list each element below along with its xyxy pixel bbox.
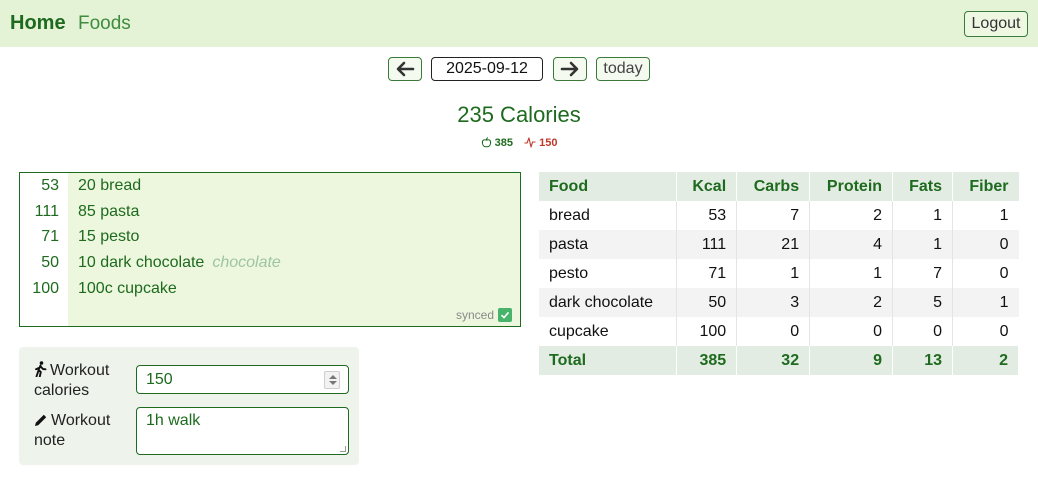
table-cell: 4 <box>809 230 894 259</box>
table-cell: 32 <box>736 346 811 375</box>
table-cell: Total <box>539 346 678 375</box>
workout-note-textarea[interactable]: 1h walk <box>136 407 349 455</box>
table-row: cupcake 100 0 0 0 0 <box>539 317 1019 346</box>
table-cell: 53 <box>676 201 738 230</box>
table-cell: pasta <box>539 230 678 259</box>
column-header: Fats <box>892 172 953 201</box>
table-cell: 13 <box>892 346 953 375</box>
entry-kcal: 53 <box>41 177 59 194</box>
calories-total-heading: 235 Calories <box>457 102 581 127</box>
table-cell: 1 <box>892 230 953 259</box>
table-cell: dark chocolate <box>539 288 678 317</box>
top-nav-bar: Home Foods Logout <box>0 0 1038 47</box>
table-cell: 7 <box>736 201 811 230</box>
table-row: bread 53 7 2 1 1 <box>539 201 1019 230</box>
table-cell: 50 <box>676 288 738 317</box>
table-cell: 0 <box>952 259 1019 288</box>
entry-kcal: 50 <box>41 254 59 271</box>
table-cell: 71 <box>676 259 738 288</box>
calories-burned-value: 150 <box>539 137 558 149</box>
table-cell: 111 <box>676 230 738 259</box>
workout-calories-label: Workout calories <box>34 361 110 399</box>
logout-button[interactable]: Logout <box>964 11 1028 37</box>
checkmark-icon <box>498 308 512 322</box>
table-cell: pesto <box>539 259 678 288</box>
calories-burned: 150 <box>524 137 557 149</box>
today-button[interactable]: today <box>596 57 650 81</box>
table-cell: 0 <box>952 317 1019 346</box>
workout-panel: Workout calories 150 Workout note 1h walk <box>19 347 359 465</box>
nav-home-link[interactable]: Home <box>10 12 66 35</box>
table-cell: 5 <box>892 288 953 317</box>
walking-icon <box>35 361 47 378</box>
table-header-row: Food Kcal Carbs Protein Fats Fiber <box>539 172 1019 201</box>
entry-text: 85 pasta <box>78 203 140 220</box>
entry-text: 20 bread <box>78 177 142 194</box>
number-spinner[interactable] <box>324 371 340 389</box>
table-cell: 2 <box>809 288 894 317</box>
table-cell: 1 <box>892 201 953 230</box>
workout-note-label: Workout note <box>34 412 111 449</box>
table-row: pasta 111 21 4 1 0 <box>539 230 1019 259</box>
table-row: pesto 71 1 1 7 0 <box>539 259 1019 288</box>
table-cell: 9 <box>809 346 894 375</box>
sync-status: synced <box>456 308 512 322</box>
calories-breakdown: 385 150 <box>0 137 1038 149</box>
entry-text: 100c cupcake <box>78 280 177 297</box>
column-header: Fiber <box>952 172 1019 201</box>
calories-eaten-value: 385 <box>494 137 513 149</box>
table-cell: 3 <box>736 288 811 317</box>
apple-icon <box>481 137 491 148</box>
column-header: Food <box>539 172 678 201</box>
entry-line[interactable]: 100 100c cupcake <box>20 276 520 302</box>
table-cell: bread <box>539 201 678 230</box>
activity-icon <box>524 137 536 148</box>
next-day-button[interactable] <box>553 57 587 81</box>
resize-handle-icon[interactable] <box>340 446 346 452</box>
table-cell: 0 <box>736 317 811 346</box>
table-cell: 1 <box>952 288 1019 317</box>
table-cell: 0 <box>809 317 894 346</box>
table-cell: 2 <box>809 201 894 230</box>
table-cell: 0 <box>952 230 1019 259</box>
entry-line[interactable]: 111 85 pasta <box>20 199 520 225</box>
pencil-icon <box>35 414 47 426</box>
arrow-right-icon <box>560 61 579 77</box>
entry-kcal: 71 <box>41 228 59 245</box>
prev-day-button[interactable] <box>388 57 422 81</box>
entry-text: 10 dark chocolate chocolate <box>78 254 281 271</box>
table-cell: 0 <box>892 317 953 346</box>
table-total-row: Total 385 32 9 13 2 <box>539 346 1019 375</box>
food-entry-editor[interactable]: 53 20 bread 111 85 pasta 71 15 pesto 50 … <box>19 172 521 327</box>
workout-calories-input[interactable]: 150 <box>136 365 349 394</box>
sync-status-label: synced <box>455 308 494 322</box>
table-cell: 7 <box>892 259 953 288</box>
entry-line[interactable]: 71 15 pesto <box>20 224 520 250</box>
table-cell: 21 <box>736 230 811 259</box>
table-cell: 2 <box>952 346 1019 375</box>
table-cell: 1 <box>809 259 894 288</box>
column-header: Protein <box>809 172 894 201</box>
entry-kcal: 111 <box>34 203 59 220</box>
arrow-left-icon <box>396 61 415 77</box>
table-cell: 385 <box>676 346 738 375</box>
table-cell: 1 <box>736 259 811 288</box>
table-cell: cupcake <box>539 317 678 346</box>
date-input[interactable]: 2025-09-12 <box>431 57 543 81</box>
calories-eaten: 385 <box>481 137 516 149</box>
table-cell: 1 <box>952 201 1019 230</box>
nav-foods-link[interactable]: Foods <box>78 13 131 35</box>
column-header: Kcal <box>676 172 738 201</box>
entry-text: 15 pesto <box>78 228 140 245</box>
entry-kcal: 100 <box>32 280 59 297</box>
column-header: Carbs <box>736 172 811 201</box>
nutrition-table: Food Kcal Carbs Protein Fats Fiber bread… <box>539 172 1019 375</box>
entry-line[interactable]: 53 20 bread <box>20 173 520 199</box>
table-cell: 100 <box>676 317 738 346</box>
entry-line[interactable]: 50 10 dark chocolate chocolate <box>20 250 520 276</box>
entry-match-hint: chocolate <box>212 254 281 271</box>
table-row: dark chocolate 50 3 2 5 1 <box>539 288 1019 317</box>
